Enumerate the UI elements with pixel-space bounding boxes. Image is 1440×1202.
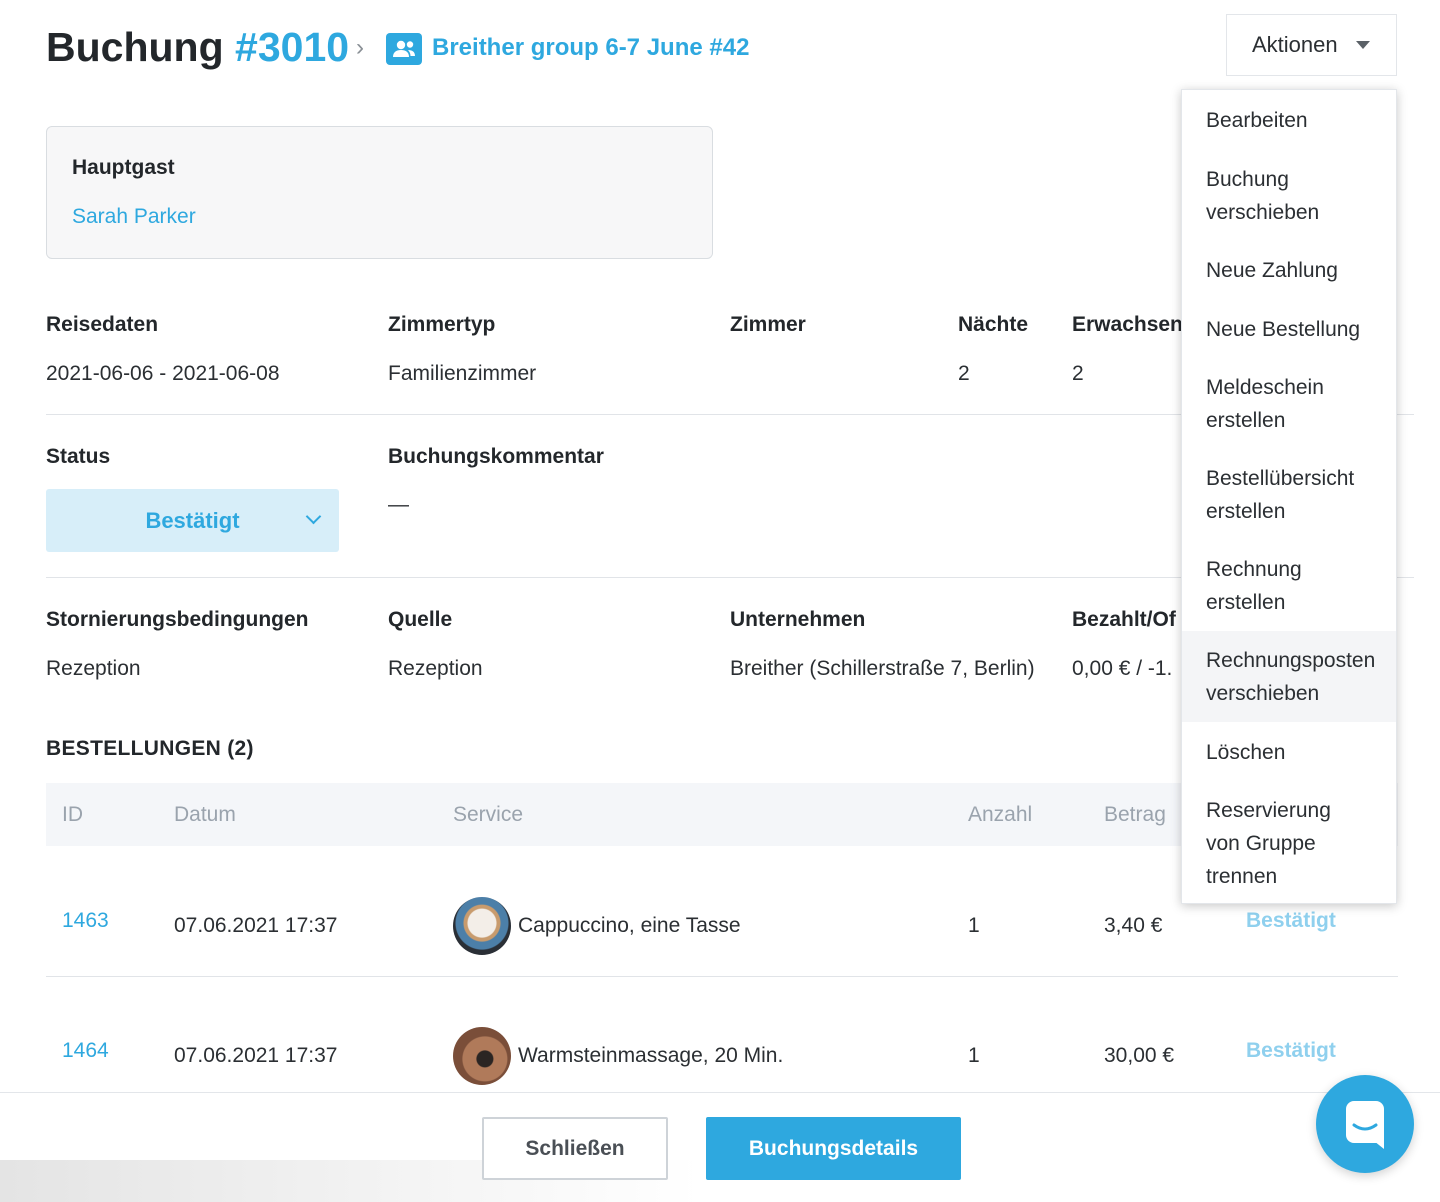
menu-item-edit[interactable]: Bearbeiten	[1182, 104, 1396, 137]
menu-item-registration-form[interactable]: Meldeschein erstellen	[1182, 371, 1352, 437]
order-status[interactable]: Bestätigt	[1246, 1039, 1336, 1063]
travel-dates-label: Reisedaten	[46, 313, 159, 336]
main-guest-label: Hauptgast	[72, 156, 175, 179]
menu-item-order-overview[interactable]: Bestellübersicht erstellen	[1182, 462, 1382, 528]
cappuccino-thumbnail	[453, 897, 511, 955]
company-label: Unternehmen	[730, 608, 866, 631]
room-type-label: Zimmertyp	[388, 313, 496, 336]
adults-label: Erwachsen	[1072, 313, 1183, 336]
status-select-value: Bestätigt	[145, 507, 240, 533]
caret-down-icon	[1355, 41, 1370, 49]
group-users-icon[interactable]	[386, 33, 422, 65]
adults-value: 2	[1072, 362, 1084, 385]
menu-item-move-booking[interactable]: Buchung verschieben	[1182, 163, 1332, 229]
chevron-right-icon: ›	[356, 34, 364, 61]
menu-item-move-invoice-items[interactable]: Rechnungsposten verschieben	[1182, 631, 1396, 722]
menu-item-detach-from-group[interactable]: Reservierung von Gruppe trennen	[1182, 794, 1342, 893]
order-id-link[interactable]: 1464	[62, 1039, 109, 1063]
order-id-link[interactable]: 1463	[62, 909, 109, 933]
table-row-divider	[46, 976, 1398, 977]
actions-dropdown-menu: Bearbeiten Buchung verschieben Neue Zahl…	[1181, 89, 1397, 904]
column-header-amount[interactable]: Betrag	[1104, 803, 1166, 827]
paid-value: 0,00 € / -1.	[1072, 657, 1173, 680]
column-header-id[interactable]: ID	[62, 803, 83, 827]
chat-launcher-button[interactable]	[1316, 1075, 1414, 1173]
source-label: Quelle	[388, 608, 453, 631]
close-button[interactable]: Schließen	[482, 1117, 668, 1180]
menu-item-delete[interactable]: Löschen	[1182, 736, 1396, 769]
chevron-down-icon	[305, 508, 322, 525]
main-guest-name[interactable]: Sarah Parker	[72, 205, 196, 229]
menu-item-new-payment[interactable]: Neue Zahlung	[1182, 254, 1396, 287]
nights-value: 2	[958, 362, 970, 385]
order-quantity: 1	[968, 914, 980, 937]
group-link[interactable]: Breither group 6-7 June #42	[432, 34, 749, 62]
massage-thumbnail	[453, 1027, 511, 1085]
order-service: Warmsteinmassage, 20 Min.	[518, 1044, 784, 1067]
order-date: 07.06.2021 17:37	[174, 1044, 338, 1067]
order-date: 07.06.2021 17:37	[174, 914, 338, 937]
room-label: Zimmer	[730, 313, 806, 336]
main-guest-card	[46, 126, 713, 259]
booking-number: #3010	[235, 24, 350, 70]
order-status[interactable]: Bestätigt	[1246, 909, 1336, 933]
booking-comment-value: —	[388, 493, 409, 516]
travel-dates-value: 2021-06-06 - 2021-06-08	[46, 362, 280, 385]
menu-item-create-invoice[interactable]: Rechnung erstellen	[1182, 553, 1332, 619]
actions-label: Aktionen	[1252, 32, 1338, 57]
company-value: Breither (Schillerstraße 7, Berlin)	[730, 657, 1035, 680]
page-title: Buchung #3010	[46, 24, 349, 71]
status-label: Status	[46, 445, 111, 468]
booking-details-button[interactable]: Buchungsdetails	[706, 1117, 961, 1180]
column-header-date[interactable]: Datum	[174, 803, 236, 827]
order-amount: 30,00 €	[1104, 1044, 1175, 1067]
booking-comment-label: Buchungskommentar	[388, 445, 604, 468]
status-select[interactable]: Bestätigt	[46, 489, 339, 552]
room-type-value: Familienzimmer	[388, 362, 537, 385]
nights-label: Nächte	[958, 313, 1029, 336]
paid-label: Bezahlt/Of	[1072, 608, 1176, 631]
column-header-quantity[interactable]: Anzahl	[968, 803, 1032, 827]
column-header-service[interactable]: Service	[453, 803, 523, 827]
cancellation-value: Rezeption	[46, 657, 141, 680]
orders-title: BESTELLUNGEN (2)	[46, 737, 254, 760]
order-quantity: 1	[968, 1044, 980, 1067]
actions-dropdown-button[interactable]: Aktionen	[1226, 14, 1397, 76]
source-value: Rezeption	[388, 657, 483, 680]
title-prefix: Buchung	[46, 24, 236, 70]
menu-item-new-order[interactable]: Neue Bestellung	[1182, 313, 1396, 346]
order-amount: 3,40 €	[1104, 914, 1163, 937]
cancellation-label: Stornierungsbedingungen	[46, 608, 309, 631]
chat-icon	[1346, 1101, 1384, 1149]
order-service: Cappuccino, eine Tasse	[518, 914, 741, 937]
